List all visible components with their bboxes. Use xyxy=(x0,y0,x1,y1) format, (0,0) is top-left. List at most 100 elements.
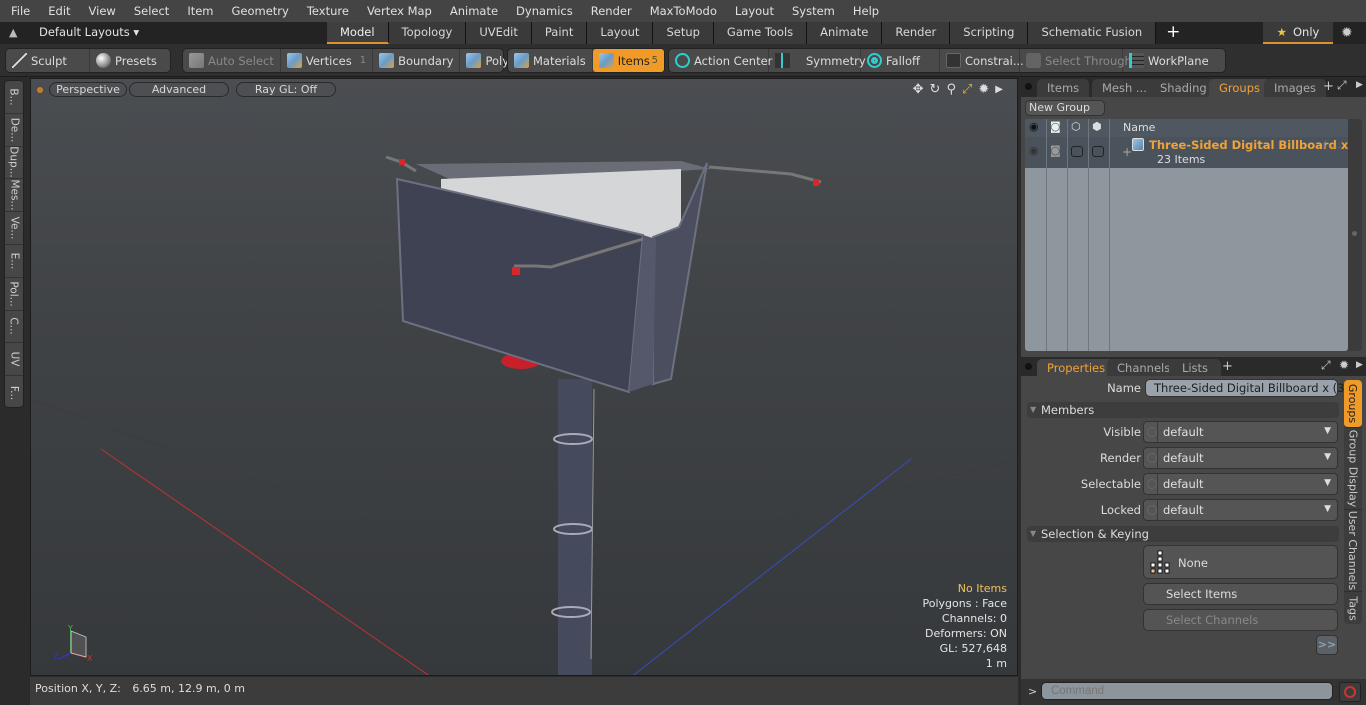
menu-help[interactable]: Help xyxy=(842,0,886,22)
menu-layout[interactable]: Layout xyxy=(724,0,781,22)
panel-menu-arrow-icon[interactable]: ▶ xyxy=(1356,80,1363,90)
tab-lists[interactable]: Lists xyxy=(1169,359,1221,377)
menu-geometry[interactable]: Geometry xyxy=(221,0,296,22)
panel-menu-arrow-icon[interactable]: ▶ xyxy=(1356,360,1363,370)
visibility-eye-icon[interactable]: ◉ xyxy=(1029,120,1039,133)
boundary-button[interactable]: Boundary xyxy=(373,49,461,72)
tab-topology[interactable]: Topology xyxy=(388,22,467,44)
members-section-header[interactable]: ▼ Members xyxy=(1027,402,1339,418)
vtab-curve[interactable]: C... xyxy=(5,311,23,344)
menu-system[interactable]: System xyxy=(781,0,842,22)
name-input[interactable]: Three-Sided Digital Billboard x (3) xyxy=(1145,379,1349,397)
name-column-header[interactable]: Name xyxy=(1123,121,1155,134)
group-name[interactable]: Three-Sided Digital Billboard x xyxy=(1149,138,1348,152)
new-group-button[interactable]: New Group xyxy=(1025,100,1105,116)
selectable-radio[interactable] xyxy=(1144,474,1158,494)
workplane-button[interactable]: WorkPlane xyxy=(1123,49,1215,72)
tab-paint[interactable]: Paint xyxy=(531,22,588,44)
vtab-vertex[interactable]: Ve... xyxy=(5,212,23,245)
vertices-button[interactable]: Vertices 1 xyxy=(281,49,374,72)
expand-panel-icon[interactable]: ⤢ xyxy=(1321,358,1331,373)
tab-animate[interactable]: Animate xyxy=(807,22,883,44)
add-tab-icon[interactable]: + xyxy=(1323,79,1334,94)
visible-radio[interactable] xyxy=(1144,422,1158,442)
render-dropdown[interactable]: default ▼ xyxy=(1143,447,1338,469)
vtab-polygon[interactable]: Pol... xyxy=(5,278,23,311)
falloff-button[interactable]: Falloff xyxy=(861,49,940,72)
tab-groups[interactable]: Groups xyxy=(1209,79,1271,97)
vtab-duplicate[interactable]: Dup... xyxy=(5,147,23,180)
tab-properties[interactable]: Properties xyxy=(1037,359,1116,377)
action-center-button[interactable]: Action Center xyxy=(669,49,772,72)
side-tab-user-channels[interactable]: User Channels xyxy=(1344,510,1362,592)
constraints-button[interactable]: Constrai... xyxy=(940,49,1024,72)
tab-game-tools[interactable]: Game Tools xyxy=(713,22,808,44)
vtab-fusion[interactable]: F... xyxy=(5,376,23,409)
materials-button[interactable]: Materials xyxy=(508,49,593,72)
record-button[interactable] xyxy=(1339,682,1361,702)
tab-uvedit[interactable]: UVEdit xyxy=(466,22,532,44)
items-button[interactable]: Items 5 xyxy=(592,49,664,72)
menu-animate[interactable]: Animate xyxy=(439,0,505,22)
gear-icon[interactable]: ✹ xyxy=(1341,25,1353,41)
tab-render[interactable]: Render xyxy=(882,22,951,44)
menu-view[interactable]: View xyxy=(78,0,123,22)
menu-texture[interactable]: Texture xyxy=(296,0,356,22)
select-channels-button[interactable]: Select Channels xyxy=(1143,609,1338,631)
side-tab-groups[interactable]: Groups xyxy=(1344,380,1362,428)
vtab-deform[interactable]: De... xyxy=(5,114,23,147)
locked-dropdown[interactable]: default ▼ xyxy=(1143,499,1338,521)
groups-list-scrollbar[interactable] xyxy=(1348,119,1362,351)
tab-images[interactable]: Images xyxy=(1264,79,1327,97)
sculpt-button[interactable]: Sculpt xyxy=(6,49,90,72)
menu-vertex-map[interactable]: Vertex Map xyxy=(356,0,439,22)
menu-item[interactable]: Item xyxy=(176,0,220,22)
add-tab-button[interactable]: + xyxy=(1156,22,1190,44)
tab-mesh[interactable]: Mesh ... xyxy=(1092,79,1157,97)
tab-scripting[interactable]: Scripting xyxy=(950,22,1029,44)
side-tab-tags[interactable]: Tags xyxy=(1344,592,1362,624)
locked-cube-icon[interactable]: ⬢ xyxy=(1092,120,1102,133)
tab-model[interactable]: Model xyxy=(327,22,389,44)
select-through-button[interactable]: Select Through xyxy=(1020,49,1132,72)
render-radio[interactable] xyxy=(1144,448,1158,468)
menu-maxtomodo[interactable]: MaxToModo xyxy=(639,0,724,22)
expand-plus-icon[interactable]: + xyxy=(1122,145,1132,159)
presets-button[interactable]: Presets xyxy=(90,49,163,72)
only-button[interactable]: ★ Only xyxy=(1263,22,1333,44)
row-selectable-toggle[interactable] xyxy=(1071,146,1083,157)
tab-shading[interactable]: Shading xyxy=(1150,79,1217,97)
more-button[interactable]: >> xyxy=(1316,635,1338,655)
tab-setup[interactable]: Setup xyxy=(653,22,714,44)
row-render-icon[interactable]: ◙ xyxy=(1050,144,1061,157)
vtab-mesh-edit[interactable]: Mes... xyxy=(5,179,23,213)
menu-edit[interactable]: Edit xyxy=(37,0,77,22)
tab-items[interactable]: Items xyxy=(1037,79,1090,97)
side-tab-group-display[interactable]: Group Display xyxy=(1344,428,1362,510)
collapse-arrow-icon[interactable]: ▲ xyxy=(9,26,21,40)
group-row[interactable]: ◉ ◙ + Three-Sided Digital Billboard x ( … xyxy=(1025,137,1348,168)
menu-dynamics[interactable]: Dynamics xyxy=(505,0,580,22)
vtab-basic[interactable]: B... xyxy=(5,81,23,114)
vtab-edge[interactable]: E... xyxy=(5,245,23,278)
menu-render[interactable]: Render xyxy=(580,0,639,22)
row-locked-toggle[interactable] xyxy=(1092,146,1104,157)
layouts-dropdown[interactable]: Default Layouts ▾ xyxy=(39,25,139,39)
3d-viewport[interactable]: Perspective Advanced Ray GL: Off ✥ ↻ ⚲ ⤢… xyxy=(30,78,1018,676)
vtab-uv[interactable]: UV xyxy=(5,343,23,377)
selectable-dropdown[interactable]: default ▼ xyxy=(1143,473,1338,495)
tab-layout[interactable]: Layout xyxy=(587,22,654,44)
panel-gear-icon[interactable]: ✹ xyxy=(1339,358,1349,372)
keying-mode-button[interactable]: None xyxy=(1143,545,1338,579)
menu-select[interactable]: Select xyxy=(123,0,176,22)
selectable-cube-icon[interactable]: ⬡ xyxy=(1071,120,1081,133)
menu-file[interactable]: File xyxy=(0,0,37,22)
auto-select-button[interactable]: Auto Select xyxy=(183,49,281,72)
command-input[interactable] xyxy=(1041,682,1333,700)
symmetry-button[interactable]: Symmetry xyxy=(769,49,866,72)
select-items-button[interactable]: Select Items xyxy=(1143,583,1338,605)
add-tab-icon[interactable]: + xyxy=(1222,359,1233,374)
selection-keying-section-header[interactable]: ▼ Selection & Keying xyxy=(1027,526,1339,542)
scroll-handle[interactable] xyxy=(1352,231,1357,236)
row-visibility-icon[interactable]: ◉ xyxy=(1029,144,1039,157)
